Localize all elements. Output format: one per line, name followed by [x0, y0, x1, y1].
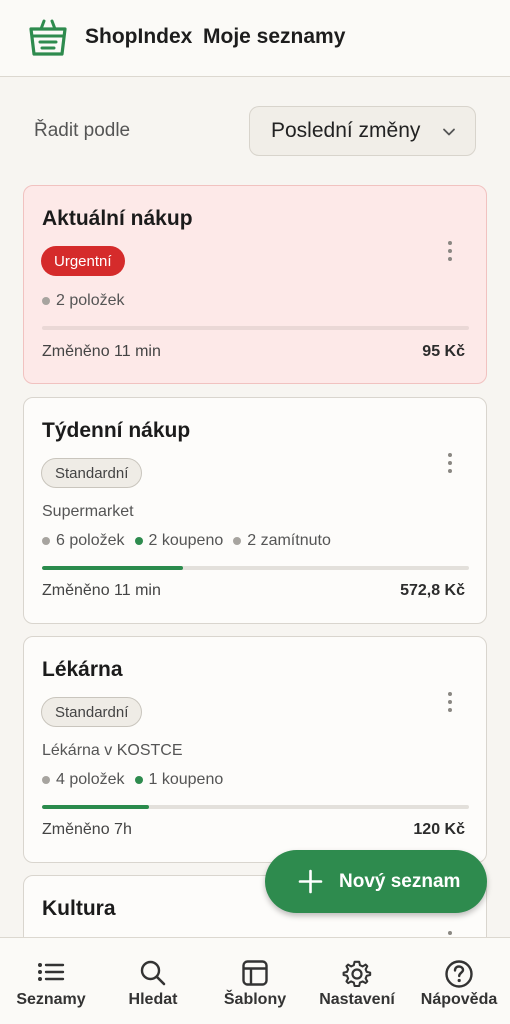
changed-time: Změněno 11 min — [42, 582, 161, 599]
page-title: Moje seznamy — [203, 25, 346, 48]
store-name: Lékárna v KOSTCE — [42, 742, 183, 759]
nav-label: Nastavení — [319, 991, 395, 1008]
bought-count: 2 koupeno — [134, 532, 223, 550]
shopping-bag-logo-icon — [29, 19, 67, 56]
brand-name: ShopIndex — [85, 25, 193, 48]
nav-item-sablony[interactable]: Šablony — [204, 938, 306, 1024]
new-list-button[interactable]: Nový seznam — [265, 850, 487, 913]
sort-selected-value: Poslední změny — [271, 119, 421, 142]
priority-badge: Standardní — [41, 697, 143, 727]
items-count: 4 položek — [42, 771, 125, 789]
nav-label: Nápověda — [420, 991, 498, 1008]
more-options-icon[interactable] — [447, 692, 453, 716]
items-count: 6 položek — [42, 532, 125, 550]
list-card-tydenni-nakup[interactable]: Týdenní nákup Standardní Supermarket 6 p… — [23, 397, 487, 624]
changed-time: Změněno 7h — [42, 821, 132, 838]
list-stats: 6 položek 2 koupeno 2 zamítnuto — [42, 532, 341, 550]
priority-badge: Urgentní — [41, 246, 125, 276]
list-card-aktualni-nakup[interactable]: Aktuální nákup Urgentní 2 položek Změněn… — [23, 185, 487, 384]
progress-bar — [42, 566, 469, 570]
store-name: Supermarket — [42, 503, 134, 520]
list-price: 95 Kč — [422, 343, 465, 360]
template-icon — [242, 960, 268, 986]
list-price: 572,8 Kč — [400, 582, 465, 599]
sort-label: Řadit podle — [34, 120, 131, 141]
progress-bar — [42, 805, 469, 809]
more-options-icon[interactable] — [447, 241, 453, 265]
new-list-label: Nový seznam — [339, 871, 461, 892]
list-title: Aktuální nákup — [42, 207, 193, 230]
gear-icon — [342, 960, 372, 987]
list-stats: 2 položek — [42, 292, 135, 310]
list-card-lekarna[interactable]: Lékárna Standardní Lékárna v KOSTCE 4 po… — [23, 636, 487, 863]
changed-time: Změněno 11 min — [42, 343, 161, 360]
sort-select[interactable]: Poslední změny — [249, 106, 476, 156]
app-header: ShopIndex Moje seznamy — [0, 0, 510, 77]
items-count: 2 položek — [42, 292, 125, 310]
plus-icon — [298, 869, 323, 894]
nav-item-hledat[interactable]: Hledat — [102, 938, 204, 1024]
nav-label: Seznamy — [16, 991, 86, 1008]
help-icon — [445, 960, 473, 988]
nav-item-nastaveni[interactable]: Nastavení — [306, 938, 408, 1024]
search-icon — [140, 960, 166, 986]
list-title: Kultura — [42, 897, 116, 920]
list-stats: 4 položek 1 koupeno — [42, 771, 233, 789]
priority-badge: Standardní — [41, 458, 143, 488]
list-price: 120 Kč — [413, 821, 465, 838]
more-options-icon[interactable] — [447, 453, 453, 477]
nav-item-napoveda[interactable]: Nápověda — [408, 938, 510, 1024]
nav-label: Hledat — [128, 991, 178, 1008]
list-title: Lékárna — [42, 658, 123, 681]
chevron-down-icon — [443, 128, 455, 136]
list-icon — [38, 963, 65, 981]
nav-label: Šablony — [223, 991, 287, 1008]
rejected-count: 2 zamítnuto — [233, 532, 331, 550]
nav-item-seznamy[interactable]: Seznamy — [0, 938, 102, 1024]
list-title: Týdenní nákup — [42, 419, 191, 442]
progress-bar — [42, 326, 469, 330]
bottom-navigation: Seznamy Hledat Šablony Nastavení Nápověd… — [0, 937, 510, 1024]
bought-count: 1 koupeno — [134, 771, 223, 789]
